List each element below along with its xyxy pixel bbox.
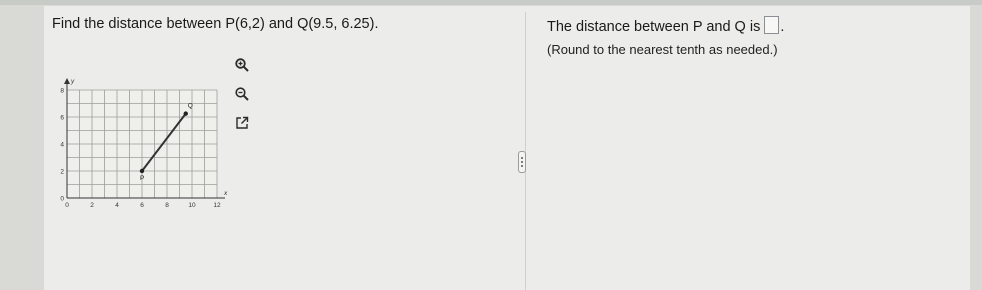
- y-tick-label: 8: [60, 88, 64, 95]
- point-q-text: Q(9.5, 6.25): [297, 16, 375, 32]
- y-axis-arrow: [64, 78, 70, 84]
- zoom-in-icon[interactable]: [233, 56, 251, 74]
- question-prefix: Find the distance between: [52, 16, 226, 32]
- handle-dot: [521, 161, 523, 163]
- graph-svg: 0 2 4 6 8 10 12 0 2 4 6 8 x y P Q: [60, 78, 228, 209]
- pane-resize-handle[interactable]: [518, 151, 526, 173]
- x-axis-label: x: [223, 190, 228, 197]
- answer-input[interactable]: [764, 16, 780, 34]
- coordinate-graph: 0 2 4 6 8 10 12 0 2 4 6 8 x y P Q: [50, 76, 240, 216]
- y-tick-label: 2: [60, 169, 64, 176]
- point-label-q: Q: [188, 103, 193, 110]
- x-tick-label: 6: [140, 202, 144, 209]
- handle-dot: [521, 157, 523, 159]
- x-tick-label: 0: [65, 202, 69, 209]
- point-p-text: P(6,2): [225, 16, 265, 32]
- point-q: [183, 111, 188, 116]
- rounding-instruction: (Round to the nearest tenth as needed.): [547, 42, 778, 57]
- answer-line: The distance between P and Q is.: [547, 16, 784, 35]
- question-suffix: .: [374, 16, 379, 32]
- point-p: [139, 168, 145, 174]
- answer-sentence: The distance between P and Q is: [547, 19, 761, 35]
- question-connector: and: [264, 16, 298, 32]
- question-text: Find the distance between P(6,2) and Q(9…: [52, 16, 378, 32]
- y-axis-label: y: [70, 78, 75, 85]
- point-label-p: P: [140, 175, 144, 182]
- x-tick-label: 2: [90, 202, 94, 209]
- handle-dot: [521, 165, 523, 167]
- x-tick-label: 10: [188, 202, 196, 209]
- y-tick-label: 6: [60, 115, 64, 122]
- x-tick-label: 8: [165, 202, 169, 209]
- y-tick-label: 0: [60, 196, 64, 203]
- x-tick-label: 4: [115, 202, 119, 209]
- top-bar: [0, 0, 982, 5]
- y-tick-label: 4: [60, 142, 64, 149]
- answer-period: .: [780, 19, 785, 35]
- x-tick-label: 12: [213, 202, 221, 209]
